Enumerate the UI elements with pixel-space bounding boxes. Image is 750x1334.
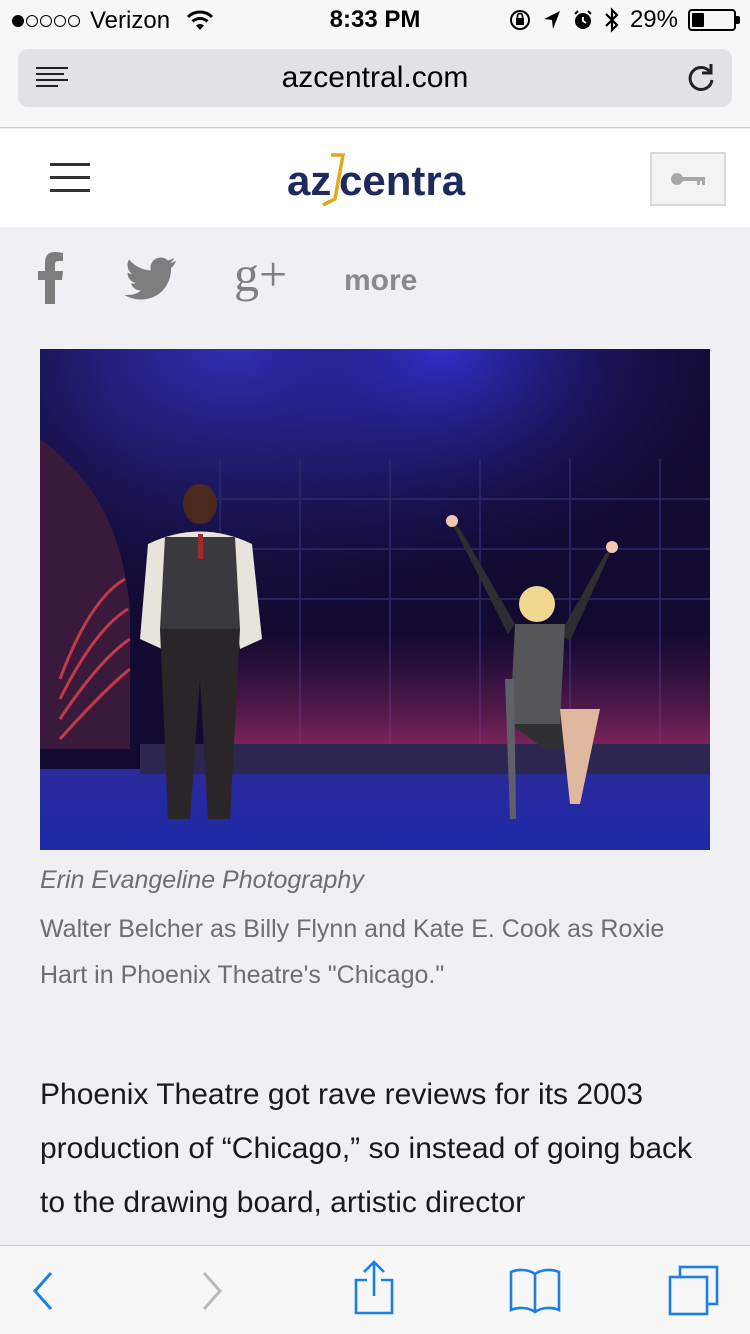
location-arrow-icon <box>543 11 560 29</box>
battery-percent: 29% <box>629 6 678 33</box>
stage-photo-image <box>40 349 710 850</box>
facebook-icon[interactable] <box>38 252 64 304</box>
reload-icon[interactable] <box>686 62 716 94</box>
back-icon[interactable] <box>31 1270 55 1312</box>
share-row: g+ more <box>0 240 750 320</box>
alarm-icon <box>574 10 592 29</box>
google-plus-label: g+ <box>234 246 288 302</box>
share-more-link[interactable]: more <box>344 264 417 298</box>
login-button[interactable] <box>650 152 726 206</box>
article-photo[interactable] <box>40 349 710 850</box>
site-header: az central <box>0 129 750 227</box>
url-text[interactable]: azcentral.com <box>18 61 732 95</box>
status-bar: Verizon 8:33 PM 29% <box>0 0 750 40</box>
battery-fill <box>692 13 704 27</box>
svg-text:central: central <box>339 157 467 204</box>
photo-caption: Walter Belcher as Billy Flynn and Kate E… <box>40 915 665 989</box>
share-icon[interactable] <box>353 1260 395 1316</box>
forward-icon[interactable] <box>200 1270 224 1312</box>
battery-icon <box>688 9 740 31</box>
bookmarks-icon[interactable] <box>508 1266 562 1314</box>
svg-text:az: az <box>287 157 331 204</box>
address-bar[interactable]: azcentral.com <box>18 49 732 107</box>
orientation-lock-icon <box>509 10 530 30</box>
article-body: Phoenix Theatre got rave reviews for its… <box>40 1078 693 1219</box>
safari-toolbar <box>0 1245 750 1334</box>
tabs-icon[interactable] <box>667 1264 721 1316</box>
twitter-icon[interactable] <box>124 256 176 300</box>
bluetooth-icon <box>605 7 619 33</box>
browser-chrome: Verizon 8:33 PM 29% azcentral.com <box>0 0 750 128</box>
google-plus-icon[interactable]: g+ <box>234 246 290 308</box>
status-right-group: 29% <box>508 6 740 34</box>
hamburger-menu-icon[interactable] <box>50 163 90 193</box>
azcentral-logo[interactable]: az central <box>287 149 467 209</box>
photo-credit: Erin Evangeline Photography <box>40 866 364 894</box>
key-icon <box>671 173 705 185</box>
